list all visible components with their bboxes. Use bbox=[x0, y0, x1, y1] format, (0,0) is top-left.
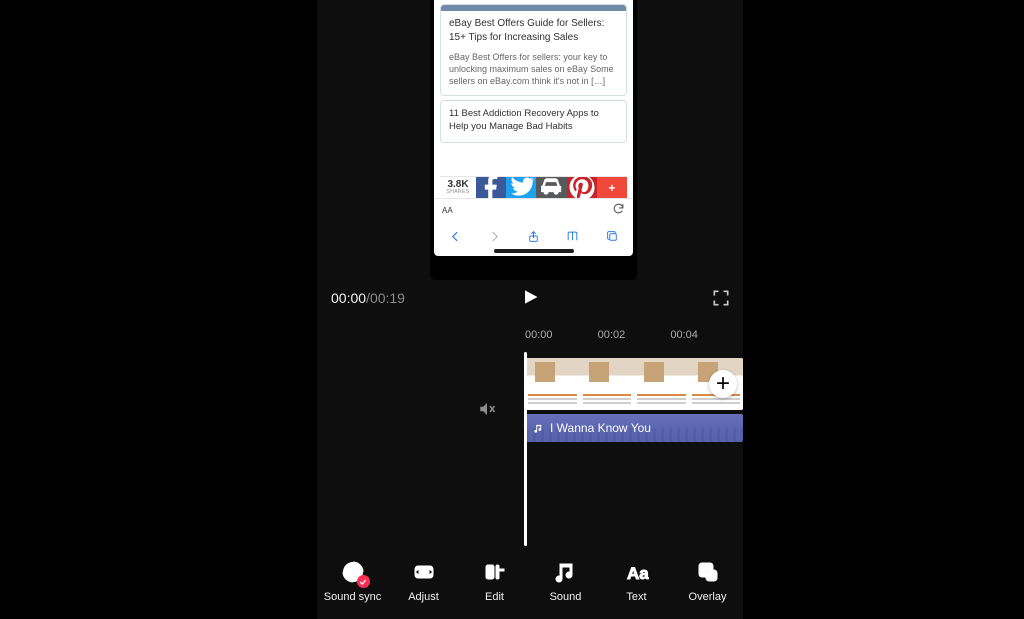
preview-area: eBay Best Offers Guide for Sellers: 15+ … bbox=[317, 0, 743, 280]
forward-icon bbox=[483, 230, 505, 243]
tick: 00:04 bbox=[670, 329, 743, 341]
tracks: + I Wanna Know You bbox=[525, 358, 743, 442]
article-excerpt: eBay Best Offers for sellers: your key t… bbox=[449, 51, 618, 87]
tool-edit[interactable]: Edit bbox=[465, 559, 525, 603]
track-mute-button[interactable] bbox=[477, 400, 501, 424]
more-share-icon: + bbox=[597, 177, 627, 198]
article-card: eBay Best Offers Guide for Sellers: 15+ … bbox=[440, 4, 627, 96]
tabs-icon bbox=[601, 230, 623, 243]
svg-text:Aa: Aa bbox=[627, 564, 649, 583]
tool-label: Adjust bbox=[408, 591, 439, 603]
reader-icon: AA bbox=[442, 206, 453, 215]
timeline[interactable]: 00:00 00:02 00:04 + I Wanna Know You bbox=[317, 322, 743, 547]
active-badge bbox=[357, 575, 370, 588]
fullscreen-button[interactable] bbox=[711, 288, 733, 310]
tool-label: Overlay bbox=[689, 591, 727, 603]
clip-thumbnail bbox=[580, 358, 635, 410]
card-accent bbox=[441, 5, 626, 11]
sound-icon bbox=[553, 559, 579, 585]
bookmarks-icon bbox=[562, 230, 584, 243]
browser-toolbar bbox=[434, 222, 633, 252]
tool-label: Sound bbox=[550, 591, 582, 603]
play-button[interactable] bbox=[520, 286, 540, 308]
clip-thumbnail bbox=[634, 358, 689, 410]
editor-app: eBay Best Offers Guide for Sellers: 15+ … bbox=[317, 0, 743, 619]
overlay-icon bbox=[695, 559, 721, 585]
tool-overlay[interactable]: Overlay bbox=[678, 559, 738, 603]
tool-label: Text bbox=[626, 591, 646, 603]
tool-adjust[interactable]: Adjust bbox=[394, 559, 454, 603]
edit-icon bbox=[482, 559, 508, 585]
device-frame: eBay Best Offers Guide for Sellers: 15+ … bbox=[430, 0, 637, 280]
add-clip-button[interactable]: + bbox=[709, 370, 737, 398]
tool-text[interactable]: Aa Text bbox=[607, 559, 667, 603]
device-screen: eBay Best Offers Guide for Sellers: 15+ … bbox=[434, 0, 633, 256]
time-display: 00:00/00:19 bbox=[331, 290, 405, 306]
reload-icon bbox=[612, 202, 625, 220]
clip-thumbnail bbox=[525, 358, 580, 410]
adjust-icon bbox=[411, 559, 437, 585]
time-total: /00:19 bbox=[366, 290, 405, 306]
share-count: 3.8K SHARES bbox=[440, 177, 476, 198]
article-title: 11 Best Addiction Recovery Apps to Help … bbox=[449, 108, 618, 134]
pinterest-icon bbox=[567, 177, 597, 198]
playhead[interactable] bbox=[524, 352, 527, 546]
tool-label: Sound sync bbox=[324, 591, 381, 603]
tool-label: Edit bbox=[485, 591, 504, 603]
share-bar: 3.8K SHARES + bbox=[440, 176, 627, 198]
playback-controls: 00:00/00:19 bbox=[317, 280, 743, 322]
tool-bar: Sound sync Adjust Edit Sound Aa Text Ove… bbox=[317, 547, 743, 615]
tool-sound-sync[interactable]: Sound sync bbox=[323, 559, 383, 603]
webpage-feed: eBay Best Offers Guide for Sellers: 15+ … bbox=[434, 0, 633, 176]
facebook-icon bbox=[476, 177, 506, 198]
article-card: 11 Best Addiction Recovery Apps to Help … bbox=[440, 100, 627, 143]
car-icon bbox=[536, 177, 566, 198]
tick: 00:02 bbox=[598, 329, 671, 341]
home-indicator bbox=[494, 249, 574, 253]
share-count-label: SHARES bbox=[447, 190, 470, 195]
music-note-icon bbox=[533, 423, 544, 434]
tick: 00:00 bbox=[525, 329, 598, 341]
time-ruler: 00:00 00:02 00:04 bbox=[525, 329, 743, 341]
tool-sound[interactable]: Sound bbox=[536, 559, 596, 603]
article-title: eBay Best Offers Guide for Sellers: 15+ … bbox=[449, 17, 618, 44]
video-track[interactable]: + bbox=[525, 358, 743, 410]
audio-title: I Wanna Know You bbox=[550, 421, 651, 435]
back-icon bbox=[444, 230, 466, 243]
share-icon bbox=[523, 230, 545, 243]
time-current: 00:00 bbox=[331, 290, 366, 306]
twitter-icon bbox=[506, 177, 536, 198]
text-icon: Aa bbox=[624, 559, 650, 585]
audio-track[interactable]: I Wanna Know You bbox=[525, 414, 743, 442]
